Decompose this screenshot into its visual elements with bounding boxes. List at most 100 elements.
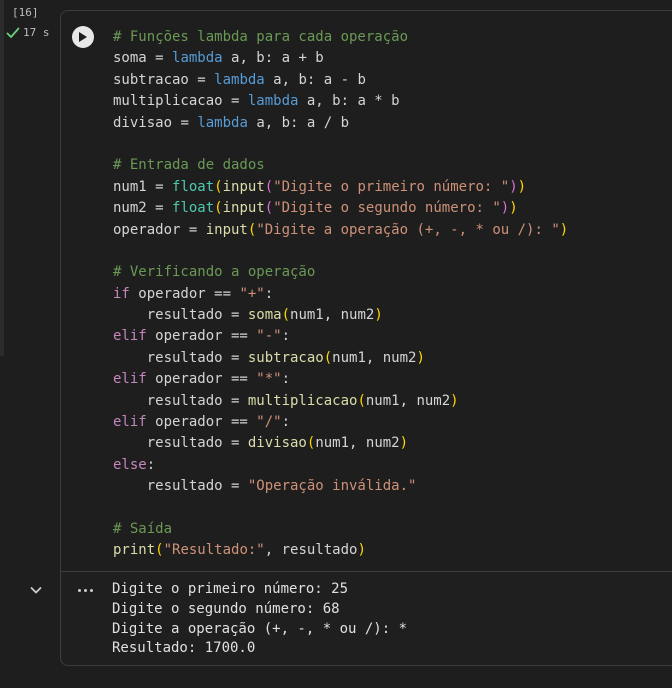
code-token: = bbox=[188, 71, 215, 88]
code-token: # Verificando a operação bbox=[113, 264, 316, 281]
code-token: operador = bbox=[113, 221, 206, 238]
code-token: elif bbox=[113, 328, 147, 345]
execution-status: 17 s bbox=[6, 26, 50, 39]
code-token: subtracao bbox=[247, 349, 324, 366]
output-line: Resultado: 1700.0 bbox=[112, 640, 256, 657]
check-icon bbox=[6, 27, 20, 39]
code-line: print("Resultado:", resultado) bbox=[113, 540, 568, 561]
left-gutter bbox=[0, 0, 4, 356]
code-token: lambda bbox=[247, 93, 299, 110]
code-token: , resultado bbox=[264, 542, 358, 559]
code-editor[interactable]: # Funções lambda para cada operação soma … bbox=[113, 27, 568, 562]
code-line: divisao = lambda a, b: a / b bbox=[113, 113, 568, 134]
code-token: : bbox=[146, 456, 156, 473]
run-cell-button[interactable] bbox=[72, 26, 94, 48]
chevron-down-icon bbox=[28, 583, 44, 602]
code-token: ) bbox=[374, 307, 383, 324]
code-line: operador = input("Digite a operação (+, … bbox=[113, 220, 568, 241]
code-token: a, b: a * b bbox=[298, 93, 400, 110]
code-token: ) bbox=[509, 178, 518, 195]
code-line: # Funções lambda para cada operação bbox=[113, 27, 568, 48]
code-token: multiplicacao bbox=[247, 392, 358, 409]
code-token: elif bbox=[113, 414, 147, 431]
code-token: = bbox=[172, 114, 198, 131]
code-token: = bbox=[222, 93, 248, 110]
code-token: ( bbox=[281, 307, 291, 324]
code-line: # Entrada de dados bbox=[113, 155, 568, 176]
code-token: subtracao bbox=[113, 71, 189, 88]
code-token: ( bbox=[357, 392, 366, 409]
code-token: ) bbox=[399, 435, 409, 452]
code-line: resultado = "Operação inválida." bbox=[113, 476, 568, 497]
code-token: ( bbox=[155, 542, 164, 559]
code-token: num2 = bbox=[113, 200, 173, 217]
collapse-output-button[interactable] bbox=[28, 582, 44, 598]
code-token: soma bbox=[113, 50, 147, 67]
code-token: a, b: a / b bbox=[247, 114, 350, 131]
code-token: "Digite o segundo número: " bbox=[273, 200, 501, 217]
code-line: # Verificando a operação bbox=[113, 262, 568, 283]
code-token: # Saída bbox=[113, 520, 173, 537]
code-line: elif operador == "/": bbox=[113, 412, 568, 433]
code-line: if operador == "+": bbox=[113, 284, 568, 305]
code-token: : bbox=[281, 414, 291, 431]
code-token: : bbox=[264, 285, 274, 302]
code-token: operador == bbox=[146, 371, 257, 388]
code-token: : bbox=[281, 328, 291, 345]
code-line: elif operador == "*": bbox=[113, 369, 568, 390]
code-line: subtracao = lambda a, b: a - b bbox=[113, 70, 568, 91]
more-horizontal-icon-dot bbox=[83, 588, 87, 592]
code-token: "-" bbox=[256, 328, 282, 345]
code-token: num1, num2 bbox=[365, 392, 451, 409]
code-token: float bbox=[172, 178, 215, 195]
execution-count: [16] bbox=[12, 6, 39, 19]
code-token: soma bbox=[247, 307, 282, 324]
code-token: input bbox=[222, 200, 265, 217]
code-token: input bbox=[205, 221, 248, 238]
code-token: a, b: a - b bbox=[264, 71, 366, 88]
code-token: if bbox=[113, 285, 130, 302]
code-token: ( bbox=[214, 200, 223, 217]
code-token: ) bbox=[450, 392, 459, 409]
code-token: operador == bbox=[146, 328, 257, 345]
code-token: elif bbox=[113, 371, 147, 388]
output-actions-button[interactable] bbox=[76, 582, 94, 598]
code-line: num2 = float(input("Digite o segundo núm… bbox=[113, 198, 568, 219]
code-line: resultado = divisao(num1, num2) bbox=[113, 433, 568, 454]
code-token: ) bbox=[509, 200, 518, 217]
execution-time: 17 s bbox=[23, 26, 50, 39]
code-token: "Digite o primeiro número: " bbox=[273, 178, 510, 195]
code-token: "Resultado:" bbox=[163, 542, 265, 559]
code-token: ) bbox=[357, 542, 366, 559]
more-horizontal-icon-dot bbox=[89, 588, 93, 592]
code-token: divisao bbox=[247, 435, 307, 452]
code-token: lambda bbox=[172, 50, 223, 67]
code-token: input bbox=[222, 178, 265, 195]
code-line: num1 = float(input("Digite o primeiro nú… bbox=[113, 177, 568, 198]
code-line: resultado = soma(num1, num2) bbox=[113, 305, 568, 326]
code-token: "Digite a operação (+, -, * ou /): " bbox=[256, 221, 560, 238]
code-token: "Operação inválida." bbox=[247, 478, 417, 495]
code-token: ) bbox=[500, 200, 510, 217]
code-token: num1, num2 bbox=[332, 349, 417, 366]
code-token: resultado = bbox=[113, 307, 248, 324]
code-token: resultado = bbox=[113, 435, 248, 452]
code-token: print bbox=[113, 542, 156, 559]
code-line: multiplicacao = lambda a, b: a * b bbox=[113, 91, 568, 112]
more-horizontal-icon-dot bbox=[77, 588, 81, 592]
code-line: # Saída bbox=[113, 519, 568, 540]
code-token: a, b: a + b bbox=[222, 50, 324, 67]
code-token: num1, num2 bbox=[290, 307, 375, 324]
code-token: float bbox=[172, 200, 215, 217]
output-divider bbox=[61, 571, 672, 572]
code-token: resultado = bbox=[113, 349, 248, 366]
code-token: "+" bbox=[239, 285, 265, 302]
code-token: ( bbox=[214, 178, 223, 195]
code-token: lambda bbox=[214, 71, 265, 88]
code-token: ) bbox=[559, 221, 569, 238]
code-token: operador == bbox=[146, 414, 257, 431]
code-line: soma = lambda a, b: a + b bbox=[113, 48, 568, 69]
code-token: ( bbox=[264, 178, 274, 195]
